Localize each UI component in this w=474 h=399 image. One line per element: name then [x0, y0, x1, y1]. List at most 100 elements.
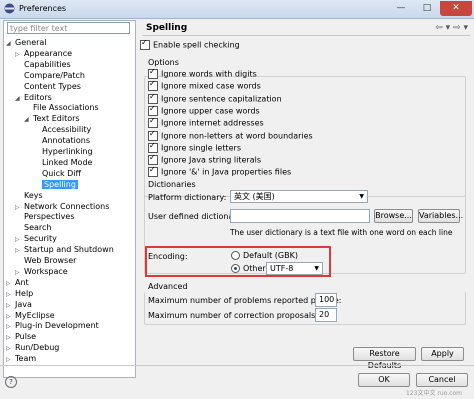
platform-dictionary-select[interactable]: 英文 (美国) ▼	[230, 190, 368, 203]
tree-expanded-icon[interactable]: ◢	[6, 38, 15, 49]
option-checkbox[interactable]	[148, 67, 158, 79]
tree-item[interactable]: Content Types	[15, 81, 81, 92]
option-checkbox[interactable]	[148, 92, 158, 104]
cancel-button[interactable]: Cancel	[416, 373, 468, 387]
tree-item-label: Ant	[15, 277, 29, 287]
tree-item[interactable]: Compare/Patch	[15, 70, 85, 81]
advanced-group-label: Advanced	[148, 282, 188, 291]
max-corrections-input[interactable]: 20	[315, 308, 337, 322]
encoding-default-radio[interactable]	[231, 251, 240, 260]
user-dictionary-input[interactable]	[230, 209, 370, 223]
chevron-down-icon: ▼	[314, 265, 319, 272]
back-arrow-icon[interactable]: ⇦	[435, 23, 443, 33]
tree-expanded-icon[interactable]: ◢	[24, 114, 33, 125]
option-checkbox[interactable]	[148, 104, 158, 116]
tree-item[interactable]: Hyperlinking	[33, 146, 93, 157]
tree-expanded-icon[interactable]: ◢	[15, 93, 24, 104]
tree-item[interactable]: Linked Mode	[33, 157, 92, 168]
option-checkbox-row[interactable]: Ignore single letters	[148, 141, 242, 153]
tree-item[interactable]: ▷ Help	[6, 288, 33, 299]
tree-item[interactable]: ▷ Security	[15, 233, 57, 244]
user-dictionary-note: The user dictionary is a text file with …	[230, 228, 453, 237]
option-checkbox-row[interactable]: Ignore '&' in Java properties files	[148, 165, 291, 178]
tree-collapsed-icon[interactable]: ▷	[6, 354, 15, 365]
dictionaries-group-label: Dictionaries	[148, 180, 196, 189]
apply-button[interactable]: Apply	[421, 347, 464, 361]
maximize-button[interactable]: □	[414, 1, 440, 16]
tree-item[interactable]: Quick Diff	[33, 168, 81, 179]
tree-item[interactable]: ▷ Ant	[6, 277, 29, 288]
tree-item[interactable]: Keys	[15, 190, 43, 201]
tree-item[interactable]: Accessibility	[33, 124, 91, 135]
tree-item[interactable]: ▷ MyEclipse	[6, 310, 55, 321]
option-checkbox[interactable]	[148, 129, 158, 141]
forward-arrow-icon[interactable]: ⇨	[453, 23, 461, 33]
option-checkbox-row[interactable]: Ignore sentence capitalization	[148, 92, 282, 104]
title-divider	[142, 35, 470, 36]
encoding-other-radio[interactable]	[231, 264, 240, 273]
tree-item-label: Search	[24, 223, 52, 233]
tree-item[interactable]: Web Browser	[15, 255, 76, 266]
browse-button[interactable]: Browse...	[374, 209, 413, 223]
option-checkbox[interactable]	[148, 116, 158, 129]
preferences-tree-panel: type filter text ◢ General ▷ Appearance Capa…	[3, 20, 136, 378]
tree-item-label: Run/Debug	[15, 343, 60, 353]
tree-item[interactable]: Spelling	[33, 179, 78, 190]
tree-item[interactable]: ▷ Team	[6, 353, 36, 364]
enable-spell-checkbox-row[interactable]: Enable spell checking	[140, 38, 240, 50]
encoding-label: Encoding:	[148, 252, 188, 261]
tree-item[interactable]: File Associations	[24, 102, 99, 113]
tree-item[interactable]: Capabilities	[15, 59, 71, 70]
tree-item[interactable]: ▷ Startup and Shutdown	[15, 244, 114, 255]
close-button[interactable]: ✕	[440, 1, 472, 16]
tree-item[interactable]: ◢ General	[6, 37, 47, 48]
dropdown-chevron-icon[interactable]: ▾	[446, 23, 451, 33]
max-problems-input[interactable]: 100	[315, 293, 337, 307]
option-checkbox[interactable]	[148, 141, 158, 153]
tree-item[interactable]: Annotations	[33, 135, 90, 146]
variables-button[interactable]: Variables...	[418, 209, 463, 223]
option-checkbox-row[interactable]: Ignore Java string literals	[148, 153, 262, 166]
tree-item-label: Java	[15, 299, 32, 309]
option-checkbox[interactable]	[148, 153, 158, 166]
encoding-default-radio-row[interactable]: Default (GBK)	[231, 251, 298, 260]
tree-item[interactable]: ◢ Editors	[15, 92, 52, 103]
filter-input[interactable]: type filter text	[7, 22, 130, 34]
option-checkbox-row[interactable]: Ignore non-letters at word boundaries	[148, 129, 313, 141]
tree-item[interactable]: ▷ Workspace	[15, 266, 68, 277]
enable-spell-checkbox[interactable]	[140, 38, 150, 50]
minimize-button[interactable]: —	[388, 1, 414, 16]
tree-item[interactable]: ▷ Network Connections	[15, 201, 109, 212]
page-navigation: ⇦ ▾ ⇨ ▾	[435, 23, 468, 33]
option-label: Ignore single letters	[161, 143, 242, 153]
option-label: Ignore mixed case words	[161, 81, 261, 91]
tree-item[interactable]: Search	[15, 222, 51, 233]
ok-button[interactable]: OK	[358, 373, 410, 387]
restore-defaults-button[interactable]: Restore Defaults	[353, 347, 416, 370]
platform-dictionary-label: Platform dictionary:	[148, 193, 227, 202]
tree-item-label: Content Types	[24, 81, 81, 91]
option-label: Ignore Java string literals	[161, 155, 262, 165]
option-checkbox[interactable]	[148, 165, 158, 178]
dropdown-chevron-icon[interactable]: ▾	[463, 23, 468, 33]
tree-item-label: Perspectives	[24, 212, 75, 222]
option-checkbox-row[interactable]: Ignore mixed case words	[148, 79, 261, 92]
tree-item[interactable]: ◢ Text Editors	[24, 113, 80, 124]
encoding-other-select[interactable]: UTF-8 ▼	[266, 262, 323, 275]
tree-item[interactable]: ▷ Pulse	[6, 331, 36, 342]
tree-item[interactable]: Perspectives	[15, 211, 75, 222]
tree-item-label: Help	[15, 288, 34, 298]
tree-item-label: Pulse	[15, 332, 37, 342]
tree-item-label: Team	[15, 354, 37, 364]
tree-item[interactable]: ▷ Run/Debug	[6, 342, 59, 353]
option-checkbox-row[interactable]: Ignore words with digits	[148, 67, 257, 79]
tree-item[interactable]: ▷ Appearance	[15, 48, 72, 59]
option-checkbox-row[interactable]: Ignore internet addresses	[148, 116, 264, 129]
help-icon[interactable]: ?	[5, 376, 17, 388]
option-checkbox[interactable]	[148, 79, 158, 92]
panel-sash[interactable]	[136, 20, 139, 376]
encoding-other-radio-row[interactable]: Other:	[231, 264, 268, 273]
tree-item[interactable]: ▷ Plug-in Development	[6, 320, 99, 331]
tree-item[interactable]: ▷ Java	[6, 299, 32, 310]
option-checkbox-row[interactable]: Ignore upper case words	[148, 104, 260, 116]
